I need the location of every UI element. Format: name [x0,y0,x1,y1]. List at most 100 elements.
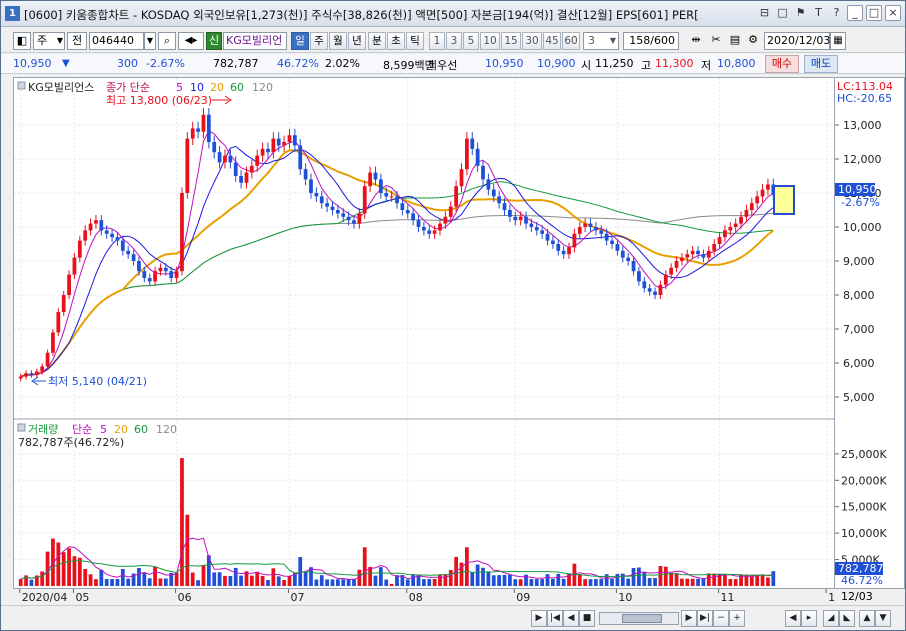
indicator-icon[interactable]: ⇹ [686,32,706,50]
candle-body [427,230,432,234]
period-minute-button[interactable]: 분 [368,32,386,50]
search-icon[interactable]: ⌕ [158,32,176,50]
scroll-first-button[interactable]: |◀ [547,610,563,627]
layout-icon[interactable]: ⊟ [757,5,772,21]
ma20-legend: 20 [210,81,224,94]
candle-body [228,155,233,163]
ma-legend-prefix: 종가 단순 [106,81,150,94]
all-filter-button[interactable]: 전 [67,32,87,50]
scroll-play-button[interactable]: ▶ [531,610,547,627]
candle-body [438,223,442,231]
candle-body [540,230,545,234]
zoom-out-button[interactable]: − [713,610,729,627]
period-year-button[interactable]: 년 [348,32,366,50]
pin-icon[interactable]: ⚑ [793,5,808,21]
candle-body [223,155,227,163]
period-second-button[interactable]: 초 [387,32,405,50]
next-bar-marker[interactable] [773,185,795,215]
interval-3-button[interactable]: 3 [446,32,462,50]
period-month-button[interactable]: 월 [329,32,347,50]
market-type-select[interactable]: 주 ▼ [33,32,65,50]
volume-bar [551,578,555,586]
scroll-slider-thumb[interactable] [622,614,662,623]
stock-code-input[interactable]: 046440 [89,32,144,50]
interval-select[interactable]: 3 ▼ [583,32,619,50]
interval-30-button[interactable]: 30 [522,32,542,50]
tools-icon[interactable]: ✂ [707,32,725,50]
candle-body [755,196,760,204]
candle-body [169,271,174,278]
maximize-button[interactable]: □ [866,5,882,21]
chevron-down-icon: ▼ [609,36,616,45]
stock-name-field[interactable]: KG모빌리언 [223,32,287,50]
code-dropdown-icon[interactable]: ▼ [144,32,156,50]
period-day-button[interactable]: 일 [291,32,309,50]
scroll-last-button[interactable]: ▶| [697,610,713,627]
help-icon[interactable]: ? [829,5,844,21]
interval-15-button[interactable]: 15 [501,32,521,50]
text-icon[interactable]: T [811,5,826,21]
chart-menu-icon[interactable]: ◧ [13,32,31,50]
open-price: 11,250 [595,57,634,70]
new-badge: 신 [206,32,222,50]
period-week-button[interactable]: 주 [310,32,328,50]
close-button[interactable]: × [885,5,901,21]
interval-60-button[interactable]: 60 [562,32,580,50]
price-panel-icon[interactable] [17,81,26,90]
candle-body [448,206,453,217]
scroll-slider-track[interactable] [599,612,679,625]
candle-body [341,213,346,217]
minimize-button[interactable]: _ [847,5,863,21]
scroll-stop-button[interactable]: ■ [579,610,595,627]
candle-body [158,267,163,272]
low-price: 10,800 [717,57,756,70]
interval-10-button[interactable]: 10 [480,32,500,50]
interval-45-button[interactable]: 45 [543,32,561,50]
price-volume-chart[interactable]: KG모빌리언스 종가 단순 5 10 20 60 120 최고 13,800 (… [14,78,834,588]
volume-panel-icon[interactable] [17,423,26,432]
date-input[interactable]: 2020/12/03 [764,32,830,50]
ma10-legend: 10 [190,81,204,94]
scroll-prev-button[interactable]: ◀ [563,610,579,627]
data-count-field[interactable]: 158/600 [623,32,679,50]
view-reset-button[interactable]: ◣ [839,610,855,627]
candle-body [115,237,120,241]
candle-body [180,193,184,272]
interval-5-button[interactable]: 5 [463,32,479,50]
view-fit-button[interactable]: ▸ [801,610,817,627]
candle-body [502,203,507,210]
sell-button[interactable]: 매도 [804,55,838,73]
scroll-next-button[interactable]: ▶ [681,610,697,627]
volume-pct: 46.72% [277,57,319,70]
candle-body [29,373,34,375]
panel-collapse-button[interactable]: ▲ [859,610,875,627]
candle-body [443,216,448,224]
volume-bar [432,579,437,586]
period-tick-button[interactable]: 틱 [406,32,424,50]
candle-body [233,162,238,176]
candle-body [309,179,313,193]
buy-button[interactable]: 매수 [765,55,799,73]
speaker-icon[interactable]: ◀▸ [178,32,204,50]
zoom-in-button[interactable]: + [729,610,745,627]
view-normal-button[interactable]: ◀ [785,610,801,627]
calendar-icon[interactable]: ▦ [830,32,846,50]
candle-body [126,250,131,255]
candle-body [137,261,141,272]
price-axis[interactable]: 5,0006,0007,0008,0009,00010,00011,00012,… [835,77,905,589]
right-date-label: 12/03 [841,590,873,603]
panel-expand-button[interactable]: ▼ [875,610,891,627]
chart-window: 1 [0600] 키움종합차트 - KOSDAQ 외국인보유[1,273(천)]… [0,0,906,631]
restore-icon[interactable]: □ [775,5,790,21]
volume-bar [384,579,389,586]
volume-tick-label: 15,000K [841,501,887,514]
view-zoom-button[interactable]: ◢ [823,610,839,627]
save-icon[interactable]: ▤ [726,32,744,50]
toolbar: ◧ 주 ▼ 전 046440 ▼ ⌕ ◀▸ 신 KG모빌리언 일 주 월 년 분 … [1,28,905,53]
gear-icon[interactable]: ⚙ [744,32,762,50]
interval-1-button[interactable]: 1 [429,32,445,50]
candle-body [733,223,738,227]
candle-body [67,274,71,295]
chart-plot-area[interactable]: KG모빌리언스 종가 단순 5 10 20 60 120 최고 13,800 (… [13,77,835,589]
window-number[interactable]: 1 [5,6,20,21]
